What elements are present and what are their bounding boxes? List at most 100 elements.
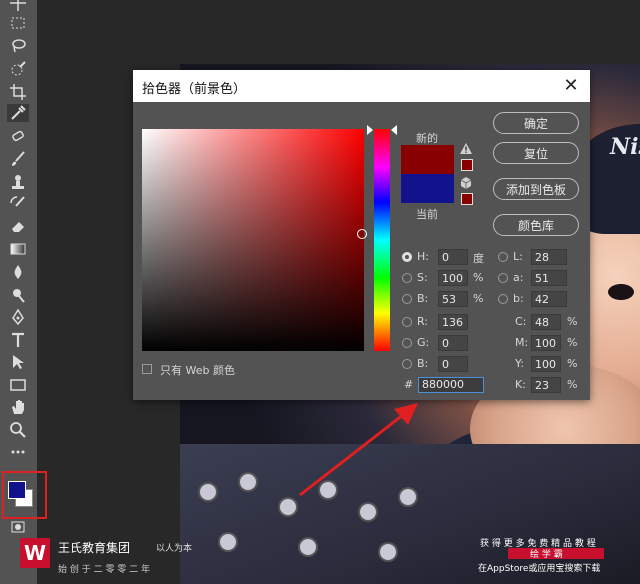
dodge-tool-icon[interactable] bbox=[7, 286, 29, 304]
mixer-knob bbox=[240, 474, 256, 490]
saturation-unit: % bbox=[473, 271, 484, 284]
a-channel-field[interactable]: 51 bbox=[531, 270, 567, 286]
b-lab-label: b: bbox=[513, 292, 524, 305]
dialog-titlebar[interactable]: 拾色器（前景色） ✕ bbox=[133, 70, 590, 102]
color-field-marker[interactable] bbox=[357, 229, 367, 239]
cap-mark: Nisho bbox=[610, 134, 640, 160]
hue-field[interactable]: 0 bbox=[438, 249, 468, 265]
b-channel-radio[interactable] bbox=[498, 294, 508, 304]
yellow-unit: % bbox=[567, 357, 578, 370]
k-label: K: bbox=[515, 378, 526, 391]
b-channel-field[interactable]: 42 bbox=[531, 291, 567, 307]
mixer-knob bbox=[200, 484, 216, 500]
brightness-radio[interactable] bbox=[402, 294, 412, 304]
current-color-swatch[interactable] bbox=[401, 174, 454, 203]
lightness-field[interactable]: 28 bbox=[531, 249, 567, 265]
crop-tool-icon[interactable] bbox=[7, 83, 29, 101]
a-channel-radio[interactable] bbox=[498, 273, 508, 283]
b-label: B: bbox=[417, 292, 429, 305]
clone-stamp-tool-icon[interactable] bbox=[7, 173, 29, 191]
magenta-unit: % bbox=[567, 336, 578, 349]
brightness-field[interactable]: 53 bbox=[438, 291, 468, 307]
brightness-unit: % bbox=[473, 292, 484, 305]
lightness-radio[interactable] bbox=[498, 252, 508, 262]
new-color-label: 新的 bbox=[416, 132, 438, 145]
brand-logo: W bbox=[20, 538, 50, 568]
web-colors-only-checkbox[interactable] bbox=[142, 364, 152, 374]
green-radio[interactable] bbox=[402, 338, 412, 348]
zoom-tool-icon[interactable] bbox=[7, 421, 29, 439]
ok-button[interactable]: 确定 bbox=[493, 112, 579, 134]
out-of-gamut-warning-icon[interactable] bbox=[460, 143, 472, 155]
s-label: S: bbox=[417, 271, 428, 284]
black-field[interactable]: 23 bbox=[531, 377, 561, 393]
c-label: C: bbox=[515, 315, 527, 328]
annotation-arrow-icon bbox=[299, 403, 418, 497]
y-label: Y: bbox=[515, 357, 524, 370]
marquee-tool-icon[interactable] bbox=[7, 14, 29, 32]
brand-name: 王氏教育集团 bbox=[58, 541, 131, 555]
watermark-badge: 绘 学 霸 bbox=[530, 550, 563, 560]
magenta-field[interactable]: 100 bbox=[531, 335, 561, 351]
pen-tool-icon[interactable] bbox=[7, 308, 29, 326]
current-color-label: 当前 bbox=[416, 208, 438, 221]
gradient-tool-icon[interactable] bbox=[7, 240, 29, 258]
red-radio[interactable] bbox=[402, 317, 412, 327]
more-tools-icon[interactable] bbox=[7, 443, 29, 461]
color-libraries-button[interactable]: 颜色库 bbox=[493, 214, 579, 236]
watermark-line3: 在AppStore或应用宝搜索下载 bbox=[478, 564, 601, 574]
hue-radio[interactable] bbox=[402, 252, 412, 262]
blue-field[interactable]: 0 bbox=[438, 356, 468, 372]
yellow-field[interactable]: 100 bbox=[531, 356, 561, 372]
mixer-knob bbox=[220, 534, 236, 550]
green-field[interactable]: 0 bbox=[438, 335, 468, 351]
reset-button[interactable]: 复位 bbox=[493, 142, 579, 164]
dialog-title: 拾色器（前景色） bbox=[142, 82, 247, 97]
brush-tool-icon[interactable] bbox=[7, 150, 29, 168]
gamut-color-swatch[interactable] bbox=[461, 159, 473, 171]
saturation-brightness-field[interactable] bbox=[142, 129, 364, 351]
path-selection-tool-icon[interactable] bbox=[7, 353, 29, 371]
saturation-radio[interactable] bbox=[402, 273, 412, 283]
mixer-knob bbox=[380, 544, 396, 560]
close-icon[interactable]: ✕ bbox=[562, 77, 580, 95]
color-picker-dialog: 拾色器（前景色） ✕ 新的 当前 确定 复位 添加到色板 颜色库 H: 0 度 … bbox=[133, 70, 590, 400]
eraser-tool-icon[interactable] bbox=[7, 217, 29, 235]
hue-slider-arrow-right-icon[interactable] bbox=[391, 125, 397, 135]
type-tool-icon[interactable] bbox=[7, 331, 29, 349]
a-label: a: bbox=[513, 271, 524, 284]
lasso-tool-icon[interactable] bbox=[7, 37, 29, 55]
hue-slider[interactable] bbox=[374, 129, 390, 351]
healing-brush-tool-icon[interactable] bbox=[7, 127, 29, 145]
quick-selection-tool-icon[interactable] bbox=[7, 60, 29, 78]
hex-input[interactable]: 880000 bbox=[418, 377, 484, 393]
history-brush-tool-icon[interactable] bbox=[7, 195, 29, 213]
move-tool-icon[interactable] bbox=[7, 0, 29, 12]
red-field[interactable]: 136 bbox=[438, 314, 468, 330]
saturation-field[interactable]: 100 bbox=[438, 270, 468, 286]
rectangle-tool-icon[interactable] bbox=[7, 376, 29, 394]
web-safe-color-swatch[interactable] bbox=[461, 193, 473, 205]
new-color-swatch bbox=[401, 145, 454, 174]
g-label: G: bbox=[417, 336, 430, 349]
hue-slider-arrow-left-icon[interactable] bbox=[367, 125, 373, 135]
brand-tagline: 始 创 于 二 零 零 二 年 bbox=[58, 565, 151, 575]
hand-tool-icon[interactable] bbox=[7, 398, 29, 416]
brand-slogan: 以人为本 bbox=[156, 544, 193, 554]
mixer-knob bbox=[360, 504, 376, 520]
quick-mask-icon[interactable] bbox=[7, 518, 29, 536]
web-safe-cube-icon[interactable] bbox=[460, 177, 472, 189]
mixer-knob bbox=[300, 539, 316, 555]
hue-unit: 度 bbox=[473, 252, 484, 265]
r-label: R: bbox=[417, 315, 429, 328]
eyedropper-tool-icon[interactable] bbox=[7, 104, 29, 122]
blue-radio[interactable] bbox=[402, 359, 412, 369]
black-unit: % bbox=[567, 378, 578, 391]
add-to-swatches-button[interactable]: 添加到色板 bbox=[493, 178, 579, 200]
b-rgb-label: B: bbox=[417, 357, 429, 370]
child-eye bbox=[608, 284, 634, 300]
blur-tool-icon[interactable] bbox=[7, 263, 29, 281]
cyan-field[interactable]: 48 bbox=[531, 314, 561, 330]
l-label: L: bbox=[513, 250, 523, 263]
cyan-unit: % bbox=[567, 315, 578, 328]
